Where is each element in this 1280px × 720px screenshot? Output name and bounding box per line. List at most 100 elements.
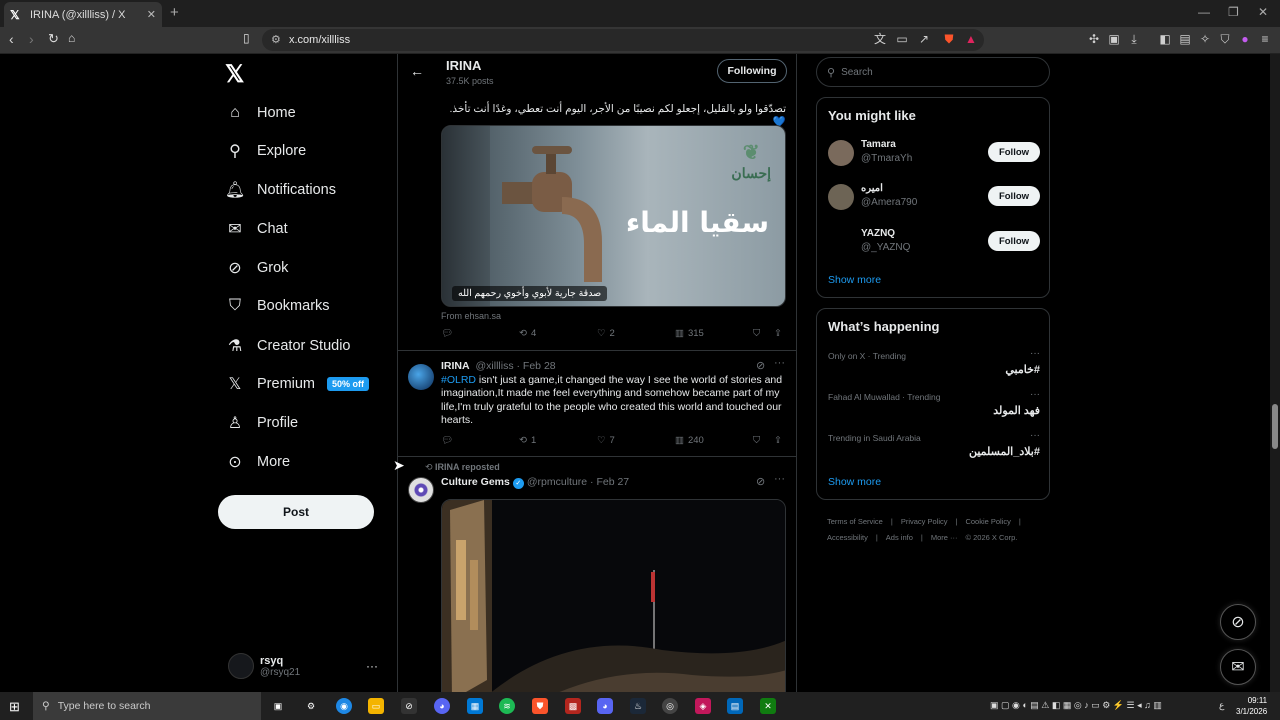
vpn-icon[interactable]: ⛉ [1218, 32, 1232, 46]
trend-item[interactable]: Only on X · Trending ··· #خامبي [828, 348, 1040, 387]
messages-float-button[interactable]: ✉ [1220, 649, 1256, 685]
bookmark-tweet-icon[interactable]: ⛉ [753, 435, 760, 446]
author-handle[interactable]: @rpmculture [527, 476, 587, 488]
nav-profile[interactable]: ♙ Profile [226, 408, 298, 438]
scrollbar-thumb[interactable] [1272, 404, 1278, 449]
bookmark-tweet-icon[interactable]: ⛉ [753, 328, 760, 339]
tweet-date[interactable]: · Feb 27 [590, 476, 629, 488]
more-options-icon[interactable]: ··· [774, 473, 785, 485]
like-button[interactable]: ♡ 7 [597, 435, 615, 446]
leo-icon[interactable]: ✧ [1198, 32, 1212, 46]
more-options-icon[interactable]: ··· [1030, 430, 1040, 441]
profile-browser-icon[interactable]: ● [1238, 32, 1252, 46]
brave-rewards-icon[interactable]: ▲ [964, 32, 978, 46]
back-arrow-icon[interactable]: ← [410, 63, 424, 79]
follow-button[interactable]: Follow [988, 142, 1040, 162]
author-name[interactable]: IRINA [441, 360, 470, 372]
views-button[interactable]: ▥ 240 [675, 435, 704, 446]
grok-float-button[interactable]: ⊘ [1220, 604, 1256, 640]
github-icon[interactable]: ◎ [662, 698, 678, 714]
share-tweet-icon[interactable]: ⇪ [774, 435, 782, 446]
account-switcher[interactable]: rsyq @rsyq21 ··· [228, 648, 388, 684]
menu-icon[interactable]: ≡ [1258, 32, 1272, 46]
minimize-icon[interactable]: — [1198, 5, 1210, 19]
bookmark-page-icon[interactable]: ▯ [243, 31, 250, 45]
views-button[interactable]: ▥ 315 [675, 328, 704, 339]
app2-icon[interactable]: ◈ [695, 698, 711, 714]
restore-icon[interactable]: ❐ [1228, 5, 1239, 19]
grok-explain-icon[interactable]: ⊘ [756, 359, 765, 372]
post-button[interactable]: Post [218, 495, 374, 529]
suggestion-name[interactable]: Tamara [861, 139, 896, 150]
follow-button[interactable]: Follow [988, 231, 1040, 251]
browser-tab[interactable]: 𝕏 IRINA (@xillliss) / X ✕ [4, 2, 162, 27]
app-icon[interactable]: ▩ [565, 698, 581, 714]
wallet-icon[interactable]: ▤ [1178, 32, 1192, 46]
grok-app-icon[interactable]: ⊘ [401, 698, 417, 714]
steam-like-icon[interactable]: ⚙ [303, 698, 319, 714]
nav-chat[interactable]: ✉ Chat [226, 214, 287, 244]
task-view-icon[interactable]: ▣ [270, 698, 286, 714]
repost-button[interactable]: ⟲ 4 [519, 328, 536, 339]
nav-grok[interactable]: ⊘ Grok [226, 253, 288, 283]
nav-explore[interactable]: ⚲ Explore [226, 136, 306, 166]
tweet-image[interactable] [441, 499, 786, 692]
discord-alt-icon[interactable]: ◕ [597, 698, 613, 714]
suggestion-name[interactable]: YAZNQ [861, 228, 895, 239]
terms-link[interactable]: Terms of Service [827, 517, 883, 526]
link-source[interactable]: From ehsan.sa [441, 311, 501, 321]
nav-more[interactable]: ⊙ More [226, 447, 290, 477]
xbox-icon[interactable]: ✕ [760, 698, 776, 714]
share-tweet-icon[interactable]: ⇪ [774, 328, 782, 339]
suggestion-name[interactable]: اميره [861, 183, 883, 194]
brave-icon[interactable]: ⛊ [532, 698, 548, 714]
back-icon[interactable]: ‹ [9, 31, 14, 47]
avatar[interactable] [828, 140, 854, 166]
more-options-icon[interactable]: ··· [1030, 348, 1040, 359]
suggestion-row[interactable]: Tamara @TmaraYh Follow [828, 138, 1040, 170]
more-options-icon[interactable]: ··· [1030, 389, 1040, 400]
tab-close-icon[interactable]: ✕ [147, 8, 156, 21]
app3-icon[interactable]: ▤ [727, 698, 743, 714]
nav-creator-studio[interactable]: ⚗ Creator Studio [226, 331, 351, 361]
chrome-icon[interactable]: ◉ [336, 698, 352, 714]
avatar[interactable] [408, 477, 434, 503]
author-name[interactable]: Culture Gems [441, 476, 510, 488]
like-button[interactable]: ♡ 2 [597, 328, 615, 339]
translate-icon[interactable]: 文 [873, 32, 887, 46]
grok-explain-icon[interactable]: ⊘ [756, 475, 765, 488]
accessibility-link[interactable]: Accessibility [827, 533, 868, 542]
more-link[interactable]: More ··· [931, 533, 958, 542]
suggestion-row[interactable]: اميره @Amera790 Follow [828, 182, 1040, 214]
tweet-date[interactable]: · Feb 28 [517, 360, 556, 372]
sidebar-icon[interactable]: ◧ [1158, 32, 1172, 46]
follow-button[interactable]: Follow [988, 186, 1040, 206]
share-icon[interactable]: ↗ [917, 32, 931, 46]
ads-info-link[interactable]: Ads info [886, 533, 913, 542]
nav-bookmarks[interactable]: ⛉ Bookmarks [226, 291, 330, 321]
repost-button[interactable]: ⟲ 1 [519, 435, 536, 446]
show-more-link[interactable]: Show more [828, 274, 881, 286]
search-input[interactable]: ⚲ Search [816, 57, 1050, 87]
brave-shield-icon[interactable]: ⛊ [942, 32, 956, 46]
tweet-image[interactable]: ❦ إحسان سقيا الماء صدقة جارية لأبوي وأخو… [441, 125, 786, 307]
reload-icon[interactable]: ↻ [48, 31, 59, 47]
new-tab-button[interactable]: + [170, 4, 179, 21]
home-browser-icon[interactable]: ⌂ [68, 31, 75, 45]
scrollbar[interactable] [1270, 54, 1280, 692]
steam-icon[interactable]: ♨ [630, 698, 646, 714]
avatar[interactable] [828, 184, 854, 210]
avatar[interactable] [828, 229, 854, 255]
download-icon[interactable]: ⤓ [1127, 32, 1141, 46]
show-more-link[interactable]: Show more [828, 476, 881, 488]
author-handle[interactable]: @xillliss [476, 360, 514, 372]
hashtag-link[interactable]: #OLRD [441, 374, 476, 386]
nav-premium[interactable]: 𝕏 Premium 50% off [226, 369, 370, 399]
store-icon[interactable]: ▦ [467, 698, 483, 714]
spotify-icon[interactable]: ≋ [499, 698, 515, 714]
input-language[interactable]: ع [1219, 700, 1224, 711]
following-button[interactable]: Following [717, 59, 787, 83]
screenshot-icon[interactable]: ▣ [1107, 32, 1121, 46]
forward-icon[interactable]: › [29, 31, 34, 47]
suggestion-row[interactable]: YAZNQ @_YAZNQ Follow [828, 227, 1040, 259]
